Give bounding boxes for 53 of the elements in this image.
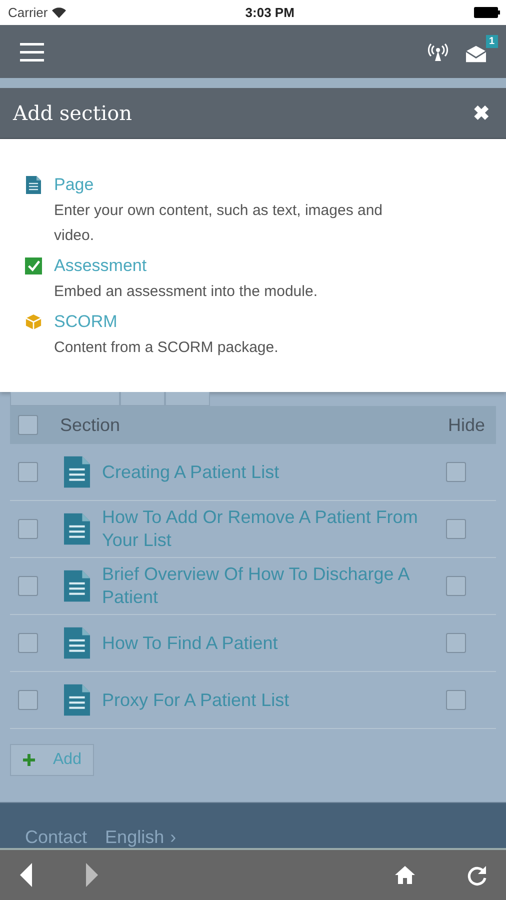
column-header: Section bbox=[60, 414, 122, 436]
hide-checkbox[interactable] bbox=[446, 462, 466, 482]
toolbar-button[interactable] bbox=[10, 392, 120, 406]
select-all-checkbox[interactable] bbox=[18, 415, 38, 435]
contact-link[interactable]: Contact bbox=[25, 826, 88, 848]
document-icon bbox=[64, 456, 90, 488]
row-checkbox[interactable] bbox=[18, 690, 38, 710]
language-link[interactable]: English › bbox=[105, 826, 176, 848]
plus-icon bbox=[23, 754, 35, 766]
section-type-link[interactable]: SCORM bbox=[54, 312, 118, 332]
add-button[interactable]: Add bbox=[10, 744, 94, 776]
section-type-link[interactable]: Page bbox=[54, 175, 94, 195]
battery-icon bbox=[474, 7, 500, 18]
document-icon bbox=[64, 570, 90, 602]
antenna-icon[interactable] bbox=[428, 42, 448, 60]
close-button[interactable]: ✖ bbox=[473, 100, 490, 126]
hide-checkbox[interactable] bbox=[446, 576, 466, 596]
home-button[interactable] bbox=[394, 865, 416, 885]
cube-icon bbox=[25, 313, 42, 331]
document-icon bbox=[64, 627, 90, 659]
row-checkbox[interactable] bbox=[18, 576, 38, 596]
mail-button[interactable] bbox=[466, 44, 486, 62]
toolbar-button[interactable] bbox=[120, 392, 165, 406]
dialog-title: Add section bbox=[13, 101, 132, 125]
row-checkbox[interactable] bbox=[18, 633, 38, 653]
section-link[interactable]: Creating A Patient List bbox=[102, 460, 426, 484]
section-type-description: Embed an assessment into the module. bbox=[54, 282, 318, 302]
back-button[interactable] bbox=[18, 863, 34, 887]
row-checkbox[interactable] bbox=[18, 462, 38, 482]
section-type-description: Content from a SCORM package. bbox=[54, 338, 280, 358]
refresh-button[interactable] bbox=[466, 864, 488, 886]
section-type-description: Enter your own content, such as text, images and video. bbox=[54, 201, 384, 246]
notification-badge: 1 bbox=[486, 34, 498, 48]
hide-checkbox[interactable] bbox=[446, 690, 466, 710]
section-link[interactable]: Brief Overview Of How To Discharge A Patient bbox=[102, 563, 426, 609]
section-link[interactable]: How To Find A Patient bbox=[102, 632, 426, 654]
checkbox-icon bbox=[25, 257, 42, 275]
section-link[interactable]: Proxy For A Patient List bbox=[102, 688, 426, 712]
column-header: Hide bbox=[448, 414, 485, 436]
document-icon bbox=[64, 513, 90, 545]
section-link[interactable]: How To Add Or Remove A Patient From Your List bbox=[102, 506, 426, 552]
page-icon bbox=[25, 176, 42, 194]
clock-time: 3:03 PM bbox=[245, 5, 294, 20]
document-icon bbox=[64, 684, 90, 716]
row-checkbox[interactable] bbox=[18, 519, 38, 539]
hide-checkbox[interactable] bbox=[446, 519, 466, 539]
hide-checkbox[interactable] bbox=[446, 633, 466, 653]
toolbar-button[interactable] bbox=[165, 392, 210, 406]
section-type-link[interactable]: Assessment bbox=[54, 256, 147, 276]
forward-button[interactable] bbox=[84, 863, 100, 887]
wifi-icon bbox=[52, 7, 66, 18]
carrier-name: Carrier bbox=[8, 5, 48, 20]
menu-button[interactable] bbox=[20, 42, 44, 62]
